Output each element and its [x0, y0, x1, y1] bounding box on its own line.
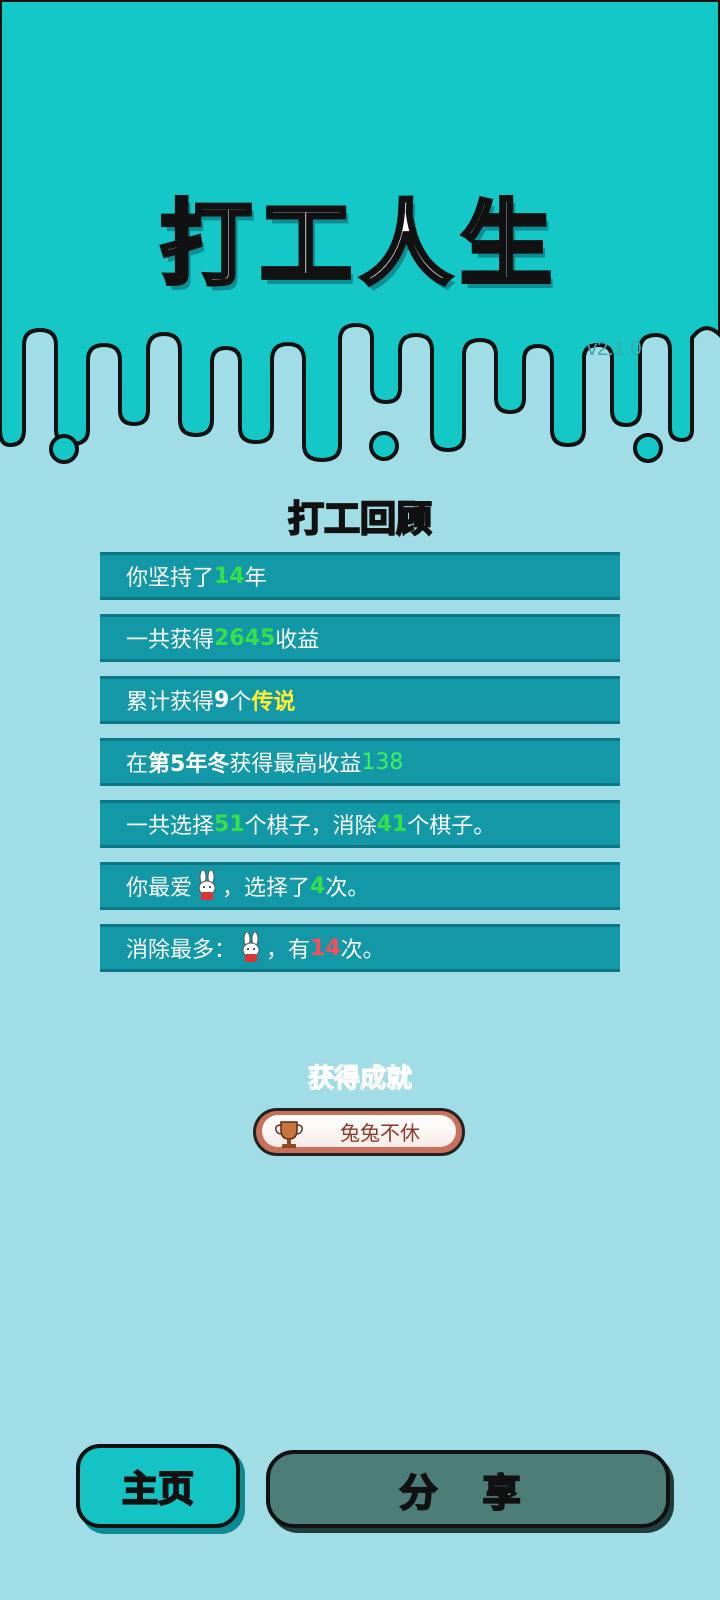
- rabbit-icon: [198, 870, 216, 900]
- row-value: 9: [214, 687, 230, 713]
- home-button[interactable]: 主页: [76, 1444, 240, 1528]
- achievement-badge-label: 兔兔不休: [340, 1121, 420, 1145]
- game-title: 打工人生: [158, 189, 560, 300]
- row-text: ，选择了: [222, 876, 311, 901]
- rabbit-icon: [242, 932, 260, 962]
- achievement-badge[interactable]: 兔兔不休: [253, 1108, 465, 1156]
- review-row-income: 一共获得 2645 收益: [100, 614, 620, 662]
- row-text: 年: [244, 566, 267, 591]
- row-text: 个棋子。: [407, 814, 496, 839]
- row-value: 14: [214, 563, 245, 589]
- review-row-best-season: 在 第5年冬 获得最高收益 138: [100, 738, 620, 786]
- row-text: 累计获得: [126, 690, 215, 715]
- achievement-title: 获得成就: [307, 1064, 412, 1095]
- review-title: 打工回顾: [287, 498, 433, 541]
- row-text: 你最爱: [126, 876, 193, 901]
- row-text: 个: [229, 690, 252, 715]
- row-text: 次。: [340, 938, 385, 963]
- row-value: 41: [376, 811, 408, 837]
- row-text: 收益: [275, 628, 320, 653]
- review-row-legends: 累计获得 9 个 传说: [100, 676, 620, 724]
- row-text: ，有: [266, 938, 311, 963]
- review-row-years: 你坚持了 14 年: [100, 552, 620, 600]
- achievement-badge-inner: 兔兔不休: [262, 1115, 456, 1148]
- row-text: 一共获得: [126, 628, 215, 653]
- trophy-icon: [275, 1121, 303, 1148]
- row-text: 消除最多：: [126, 938, 237, 963]
- row-text: 个棋子，消除: [244, 814, 377, 839]
- review-list: 你坚持了 14 年 一共获得 2645 收益 累计获得 9 个 传说 在 第5年…: [100, 552, 620, 986]
- row-value: 138: [361, 749, 404, 775]
- row-text: 一共选择: [126, 814, 215, 839]
- row-text: 次。: [325, 876, 370, 901]
- review-row-pieces: 一共选择 51 个棋子，消除 41 个棋子。: [100, 800, 620, 848]
- row-value: 51: [214, 811, 245, 837]
- row-text: 在: [126, 752, 149, 777]
- row-value: 2645: [214, 625, 276, 651]
- row-highlight: 传说: [251, 690, 296, 715]
- review-row-most-cleared: 消除最多： ，有 14 次。: [100, 924, 620, 972]
- row-text: 获得最高收益: [229, 752, 362, 777]
- row-value: 14: [310, 935, 341, 961]
- row-value: 4: [310, 873, 326, 899]
- row-season: 第5年冬: [148, 752, 230, 777]
- row-text: 你坚持了: [126, 566, 215, 591]
- version-label: v2.1.0: [587, 338, 642, 360]
- review-row-favorite: 你最爱 ，选择了 4 次。: [100, 862, 620, 910]
- share-button[interactable]: 分 享: [266, 1450, 670, 1528]
